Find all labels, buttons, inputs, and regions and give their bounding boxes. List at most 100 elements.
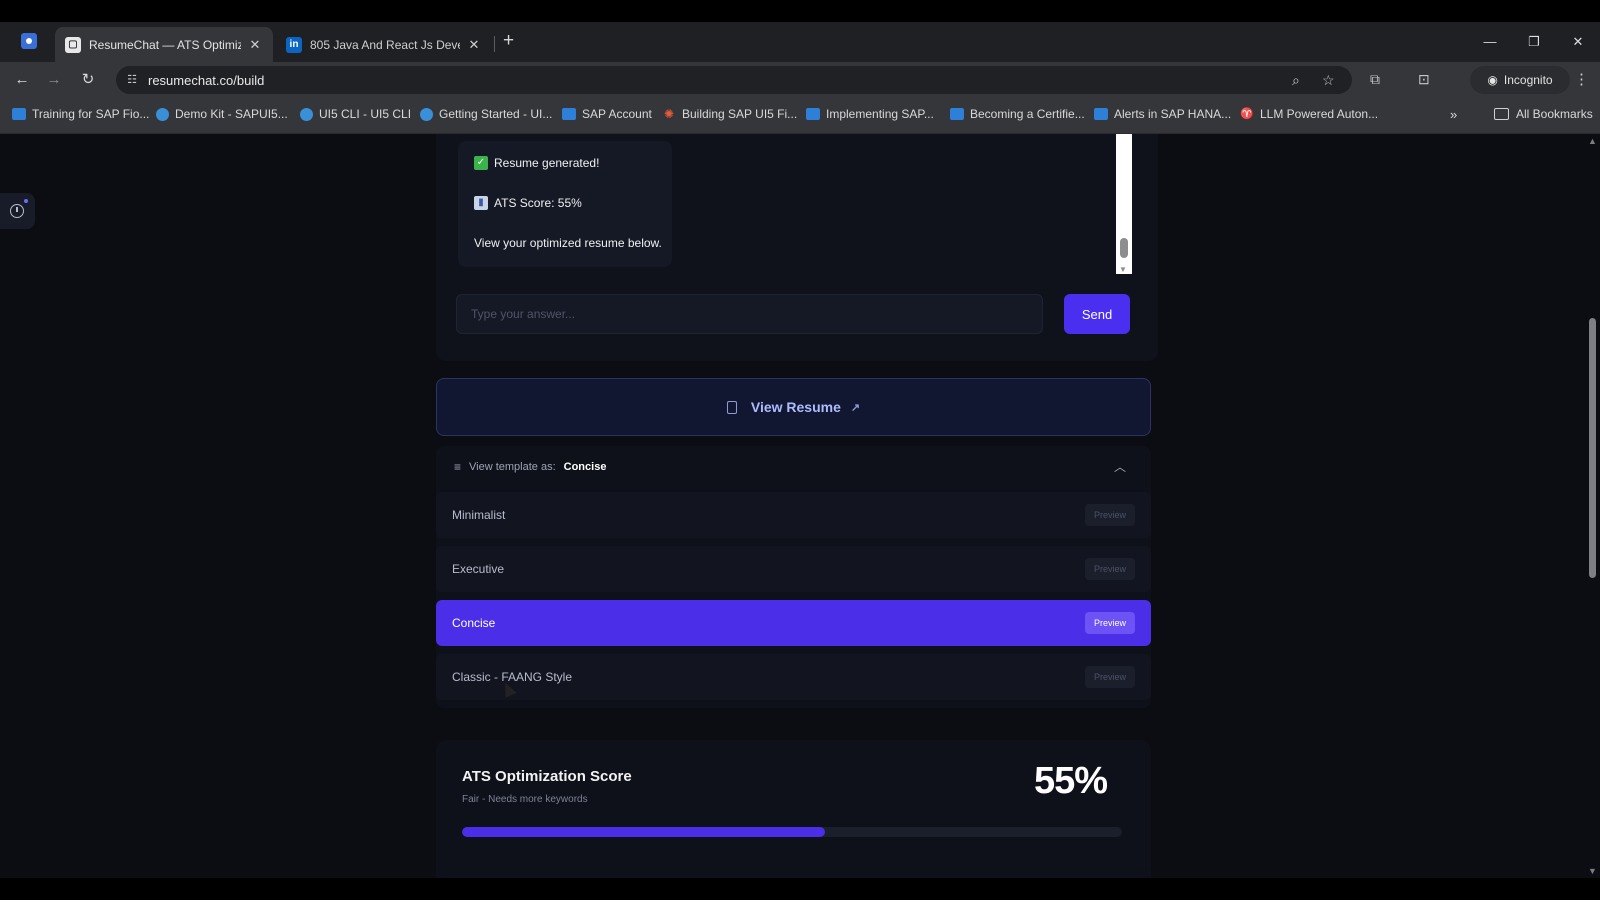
external-link-icon: ↗ <box>850 401 861 414</box>
back-icon[interactable]: ← <box>12 70 32 90</box>
message-line: ✓ Resume generated! <box>474 156 599 170</box>
tab-search-icon[interactable]: ⊡ <box>1418 71 1430 88</box>
scroll-up-icon[interactable]: ▲ <box>1588 136 1597 146</box>
template-option-concise[interactable]: Concise Preview <box>436 600 1151 646</box>
template-option-executive[interactable]: Executive Preview <box>436 546 1151 592</box>
chat-scrollbar[interactable]: ▼ <box>1116 134 1132 274</box>
message-text: Resume generated! <box>494 156 600 170</box>
browser-app-icon[interactable] <box>21 33 37 49</box>
bookmark-label: LLM Powered Auton... <box>1260 107 1379 121</box>
more-bookmarks-icon[interactable]: » <box>1450 107 1457 122</box>
template-option-classic-faang[interactable]: Classic - FAANG Style Preview <box>436 654 1151 700</box>
list-icon: ≡ <box>454 460 462 474</box>
chevron-up-icon[interactable]: ︿ <box>1114 458 1126 475</box>
tab-linkedin-job[interactable]: in 805 Java And React Js Develope ✕ <box>276 27 492 62</box>
template-header[interactable]: ≡ View template as: Concise ︿ <box>454 460 1126 474</box>
sap-icon <box>1094 108 1108 120</box>
bookmark-label: Implementing SAP... <box>826 107 934 121</box>
all-bookmarks-button[interactable]: All Bookmarks <box>1494 107 1593 121</box>
bookmark-item[interactable]: Implementing SAP... <box>806 107 934 121</box>
preview-button[interactable]: Preview <box>1085 504 1135 526</box>
star-icon: ✺ <box>663 107 675 121</box>
bookmark-label: Building SAP UI5 Fi... <box>682 107 798 121</box>
template-heading: View template as: <box>469 461 556 473</box>
ats-subtitle: Fair - Needs more keywords <box>462 794 588 805</box>
bookmark-item[interactable]: Training for SAP Fio... <box>12 107 149 121</box>
screen-bottom-border <box>0 878 1600 900</box>
ats-progress-fill <box>462 827 825 837</box>
bookmark-item[interactable]: UI5 CLI - UI5 CLI <box>300 107 411 121</box>
incognito-badge[interactable]: ◉ Incognito <box>1470 66 1570 94</box>
globe-icon <box>420 107 433 121</box>
sap-icon <box>806 108 820 120</box>
bookmarks-bar: Training for SAP Fio... Demo Kit - SAPUI… <box>0 98 1600 134</box>
bookmark-item[interactable]: Demo Kit - SAPUI5... <box>156 107 288 121</box>
page-viewport: ✓ Resume generated! ▮ ATS Score: 55% Vie… <box>0 134 1600 878</box>
template-label: Minimalist <box>452 508 506 522</box>
bookmark-label: Getting Started - UI... <box>439 107 553 121</box>
resumechat-icon: ▢ <box>65 36 81 53</box>
document-icon <box>726 400 737 414</box>
bookmark-label: UI5 CLI - UI5 CLI <box>319 107 412 121</box>
history-toggle[interactable] <box>0 193 35 229</box>
globe-icon <box>156 107 169 121</box>
screen-top-border <box>0 0 1600 22</box>
reload-icon[interactable]: ↻ <box>78 70 98 90</box>
site-info-icon[interactable]: ☷ <box>124 72 140 88</box>
bookmark-item[interactable]: Becoming a Certifie... <box>950 107 1085 121</box>
close-icon[interactable]: ✕ <box>466 37 482 53</box>
close-icon[interactable]: ✕ <box>247 37 263 53</box>
send-button[interactable]: Send <box>1064 294 1130 334</box>
preview-button[interactable]: Preview <box>1085 666 1135 688</box>
restore-icon[interactable]: ❐ <box>1512 22 1556 62</box>
template-label: Executive <box>452 562 505 576</box>
tab-resumechat[interactable]: ▢ ResumeChat — ATS Optimized ✕ <box>55 27 273 62</box>
bookmark-star-icon[interactable]: ☆ <box>1322 72 1335 89</box>
extensions-icon[interactable]: ⧉ <box>1370 71 1380 88</box>
browser-menu-icon[interactable]: ⋮ <box>1574 70 1589 88</box>
ats-title: ATS Optimization Score <box>462 768 632 785</box>
sap-icon <box>950 108 964 120</box>
forward-icon[interactable]: → <box>44 70 64 90</box>
scroll-down-icon[interactable]: ▼ <box>1588 866 1597 876</box>
bar-chart-icon: ▮ <box>474 196 488 210</box>
view-resume-button[interactable]: View Resume ↗ <box>436 378 1151 436</box>
bookmark-item[interactable]: Getting Started - UI... <box>420 107 552 121</box>
bookmark-item[interactable]: ✺ Building SAP UI5 Fi... <box>662 107 797 121</box>
message-text: View your optimized resume below. <box>474 236 662 250</box>
bookmark-label: SAP Account <box>582 107 652 121</box>
close-window-icon[interactable]: ✕ <box>1556 22 1600 62</box>
answer-input[interactable] <box>456 294 1043 334</box>
bookmark-item[interactable]: ♈ LLM Powered Auton... <box>1240 107 1378 121</box>
window-controls: — ❐ ✕ <box>1468 22 1600 62</box>
cup-icon: ♈ <box>1240 108 1254 120</box>
new-tab-icon[interactable]: + <box>503 30 514 52</box>
preview-button[interactable]: Preview <box>1085 558 1135 580</box>
chat-scroll-thumb[interactable] <box>1120 238 1128 258</box>
url-text[interactable]: resumechat.co/build <box>148 73 264 88</box>
page-scrollbar[interactable]: ▲ ▼ <box>1585 134 1600 878</box>
template-selector: ≡ View template as: Concise ︿ Minimalist… <box>436 446 1151 708</box>
address-bar[interactable]: ☷ resumechat.co/build ⌕ ☆ <box>116 66 1352 94</box>
ats-score-card: ATS Optimization Score Fair - Needs more… <box>436 740 1151 878</box>
zoom-icon[interactable]: ⌕ <box>1292 72 1300 89</box>
bookmark-label: Alerts in SAP HANA... <box>1114 107 1232 121</box>
page-scroll-thumb[interactable] <box>1589 318 1596 578</box>
incognito-label: Incognito <box>1503 73 1553 87</box>
folder-icon <box>1494 108 1509 120</box>
message-line: ▮ ATS Score: 55% <box>474 196 582 210</box>
template-label: Classic - FAANG Style <box>452 670 573 684</box>
browser-toolbar: ← → ↻ ☷ resumechat.co/build ⌕ ☆ ⧉ ⊡ ◉ In… <box>0 62 1600 98</box>
chat-panel: ✓ Resume generated! ▮ ATS Score: 55% Vie… <box>436 134 1158 361</box>
tab-title: 805 Java And React Js Develope <box>310 37 460 52</box>
bookmark-item[interactable]: Alerts in SAP HANA... <box>1094 107 1231 121</box>
template-label: Concise <box>452 616 496 630</box>
minimize-icon[interactable]: — <box>1468 22 1512 62</box>
scroll-down-icon[interactable]: ▼ <box>1119 265 1127 274</box>
bookmark-item[interactable]: SAP Account <box>562 107 652 121</box>
template-option-minimalist[interactable]: Minimalist Preview <box>436 492 1151 538</box>
preview-button[interactable]: Preview <box>1085 612 1135 634</box>
current-template: Concise <box>563 461 607 473</box>
message-line: View your optimized resume below. <box>474 236 662 250</box>
bookmark-label: Training for SAP Fio... <box>32 107 150 121</box>
